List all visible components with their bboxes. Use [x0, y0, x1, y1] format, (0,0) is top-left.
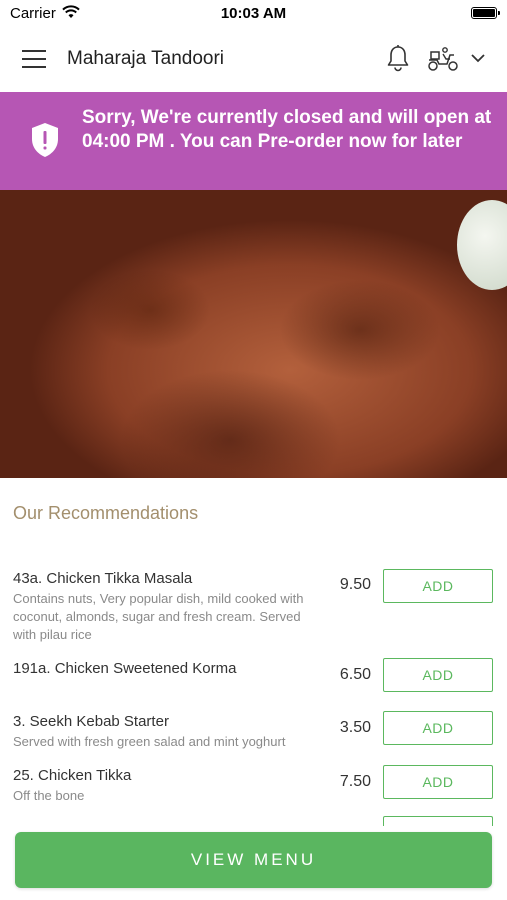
clock: 10:03 AM — [220, 5, 287, 22]
chevron-down-icon[interactable] — [470, 50, 486, 66]
delivery-scooter-icon[interactable] — [427, 46, 459, 72]
hero-food-image — [0, 190, 507, 478]
add-button[interactable]: ADD — [383, 569, 493, 603]
menu-item: 43a. Chicken Tikka Masala Contains nuts,… — [0, 568, 507, 648]
shield-alert-icon — [32, 123, 58, 157]
item-description: Served with fresh green salad and mint y… — [13, 734, 286, 749]
app-header: Maharaja Tandoori — [0, 28, 507, 92]
closed-notice-banner: Sorry, We're currently closed and will o… — [0, 92, 507, 190]
item-description: Off the bone — [13, 788, 85, 803]
menu-item: 191a. Chicken Sweetened Korma 6.50 ADD — [0, 658, 507, 698]
add-button-partial[interactable] — [383, 816, 493, 826]
menu-icon[interactable] — [22, 50, 46, 70]
item-name: 43a. Chicken Tikka Masala — [13, 570, 193, 587]
view-menu-button[interactable]: VIEW MENU — [15, 832, 492, 888]
item-price: 9.50 — [339, 576, 371, 593]
item-name: 191a. Chicken Sweetened Korma — [13, 660, 237, 677]
item-price: 6.50 — [339, 666, 371, 683]
closed-notice-text: Sorry, We're currently closed and will o… — [82, 107, 492, 152]
add-button[interactable]: ADD — [383, 658, 493, 692]
bell-icon[interactable] — [385, 44, 411, 72]
add-button[interactable]: ADD — [383, 765, 493, 799]
battery-icon — [471, 7, 500, 19]
item-price: 7.50 — [339, 773, 371, 790]
item-description: Contains nuts, Very popular dish, mild c… — [13, 591, 304, 642]
restaurant-title: Maharaja Tandoori — [67, 48, 225, 69]
menu-item: 3. Seekh Kebab Starter Served with fresh… — [0, 711, 507, 755]
recommendations-title: Our Recommendations — [13, 503, 199, 523]
item-name: 25. Chicken Tikka — [13, 767, 132, 784]
menu-item: 25. Chicken Tikka Off the bone 7.50 ADD — [0, 765, 507, 809]
item-name: 3. Seekh Kebab Starter — [13, 713, 169, 730]
status-bar: Carrier 10:03 AM — [0, 0, 507, 28]
item-price: 3.50 — [339, 719, 371, 736]
add-button[interactable]: ADD — [383, 711, 493, 745]
sauce-dish — [457, 200, 507, 290]
